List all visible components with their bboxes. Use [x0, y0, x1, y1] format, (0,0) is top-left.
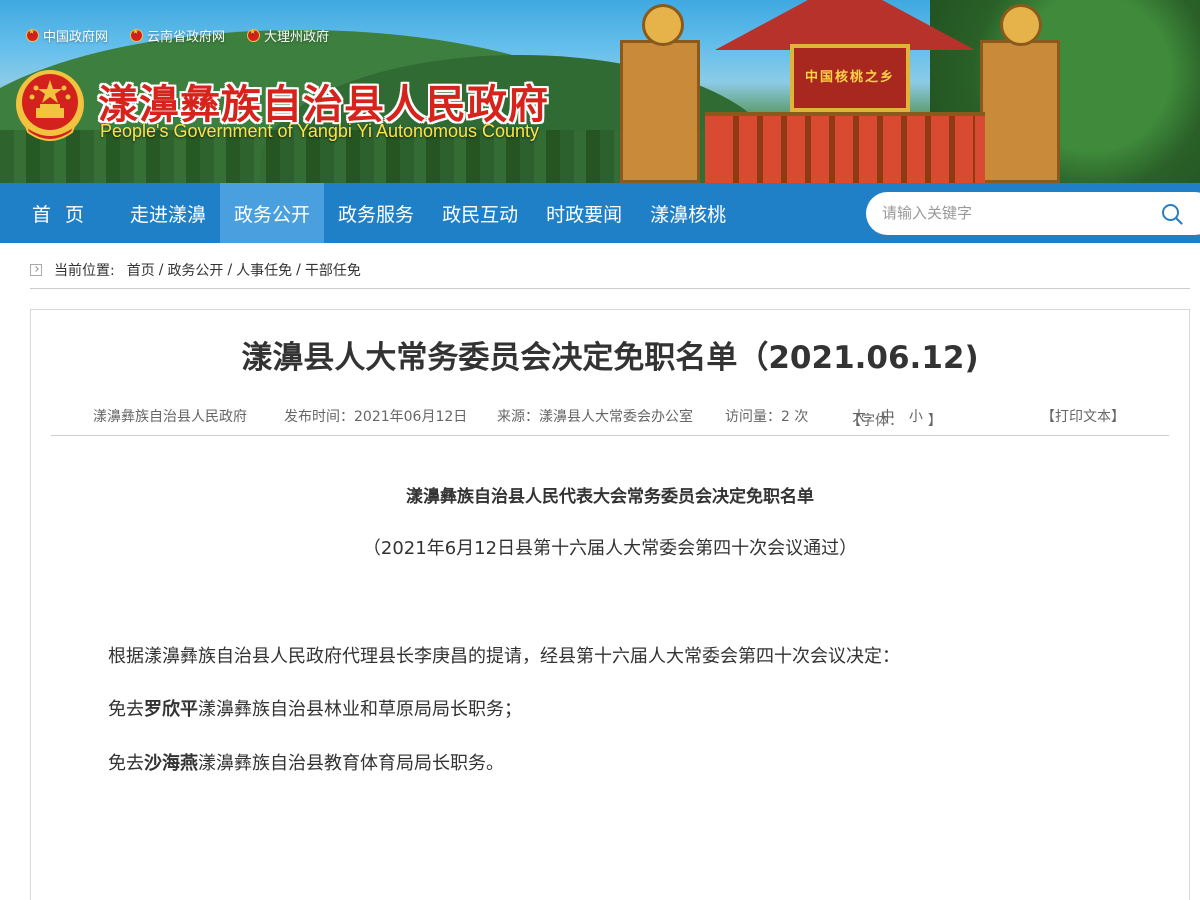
paragraph-text: 免去: [108, 753, 144, 774]
nav-item-home[interactable]: 首页: [14, 183, 116, 243]
top-link-yunnan-gov[interactable]: 云南省政府网: [130, 26, 225, 45]
article-title: 漾濞县人大常务委员会决定免职名单（2021.06.12): [241, 340, 979, 376]
font-size-small-button[interactable]: 小: [909, 409, 923, 425]
main-nav: 首页 走进漾濞 政务公开 政务服务 政民互动 时政要闻 漾濞核桃: [0, 183, 1200, 243]
search-icon[interactable]: [1161, 203, 1183, 225]
nav-item-news[interactable]: 时政要闻: [532, 183, 636, 243]
paragraph-text: 免去: [108, 699, 144, 720]
paragraph-text: 漾濞彝族自治县教育体育局局长职务。: [198, 753, 504, 774]
breadcrumb-separator: /: [296, 262, 301, 278]
emblem-icon: [26, 27, 39, 42]
top-links: 中国政府网 云南省政府网 大理州政府: [26, 26, 329, 45]
location-icon: [30, 264, 42, 276]
breadcrumb-link-appointments[interactable]: 干部任免: [305, 260, 361, 280]
emblem-icon: [130, 27, 144, 42]
article-meta: 漾濞彝族自治县人民政府 发布时间：2021年06月12日 来源：漾濞县人大常委会…: [51, 402, 1169, 436]
body-paragraph: 免去沙海燕漾濞彝族自治县教育体育局局长职务。: [108, 749, 504, 775]
font-size-controls: 【字体： 大 中 小 】: [847, 406, 942, 429]
body-paragraph: 根据漾濞彝族自治县人民政府代理县长李庚昌的提请，经县第十六届人大常委会第四十次会…: [108, 646, 900, 667]
print-control: 【打印文本】: [1041, 406, 1125, 426]
search-box: [866, 192, 1200, 235]
top-link-dali-gov[interactable]: 大理州政府: [247, 26, 329, 45]
gate-ornament: [1000, 4, 1042, 46]
breadcrumb-separator: /: [158, 262, 164, 278]
meta-publish-date: 发布时间：2021年06月12日: [284, 409, 468, 425]
site-subtitle: People's Government of Yangbi Yi Autonom…: [100, 121, 540, 141]
nav-item-walnut[interactable]: 漾濞核桃: [636, 183, 740, 243]
body-paragraph: 免去罗欣平漾濞彝族自治县林业和草原局局长职务；: [108, 695, 522, 721]
nav-item-services[interactable]: 政务服务: [324, 183, 428, 243]
paragraph-text: 漾濞彝族自治县林业和草原局局长职务；: [198, 699, 522, 720]
top-link-label: 云南省政府网: [147, 30, 226, 45]
document-subheading: （2021年6月12日县第十六届人大常委会第四十次会议通过）: [362, 538, 858, 559]
banner-gate-illustration: 中国核桃之乡: [615, 0, 1075, 183]
article-panel: 漾濞县人大常务委员会决定免职名单（2021.06.12) 漾濞彝族自治县人民政府…: [30, 309, 1190, 900]
breadcrumb: 当前位置: 首页 / 政务公开 / 人事任免 / 干部任免: [30, 252, 1190, 289]
gate-posts: [715, 116, 975, 183]
emblem-icon: [247, 27, 261, 42]
font-size-label-close: 】: [927, 413, 942, 429]
gate-tower-right: [980, 40, 1060, 183]
top-link-label: 中国政府网: [43, 30, 109, 45]
meta-view-count: 访问量：2 次: [725, 409, 809, 425]
nav-items: 首页 走进漾濞 政务公开 政务服务 政民互动 时政要闻 漾濞核桃: [14, 183, 740, 243]
nav-item-interaction[interactable]: 政民互动: [428, 183, 532, 243]
breadcrumb-link-home[interactable]: 首页: [127, 260, 155, 280]
nav-item-about[interactable]: 走进漾濞: [116, 183, 220, 243]
font-size-label: 【字体：: [847, 413, 903, 429]
gate-tower-left: [620, 40, 700, 183]
gate-roof: [715, 0, 975, 50]
breadcrumb-link-gov-affairs[interactable]: 政务公开: [167, 260, 223, 280]
print-button[interactable]: 【打印文本】: [1041, 409, 1125, 425]
breadcrumb-label: 当前位置:: [54, 263, 115, 279]
person-name: 沙海燕: [144, 753, 198, 774]
breadcrumb-link-personnel[interactable]: 人事任免: [236, 260, 292, 280]
meta-publisher: 漾濞彝族自治县人民政府: [93, 409, 247, 425]
nav-item-gov-affairs[interactable]: 政务公开: [220, 183, 325, 243]
person-name: 罗欣平: [144, 699, 198, 720]
site-banner: 中国核桃之乡 中国政府网 云南省政府网 大理州政府 漾濞彝族自治县人民政府 Pe…: [0, 0, 1200, 183]
search-input[interactable]: [882, 199, 1152, 227]
meta-source: 来源：漾濞县人大常委会办公室: [497, 409, 693, 425]
gate-sign-text: 中国核桃之乡: [805, 70, 896, 85]
document-heading: 漾濞彝族自治县人民代表大会常务委员会决定免职名单: [406, 487, 814, 507]
top-link-label: 大理州政府: [264, 30, 330, 45]
top-link-china-gov[interactable]: 中国政府网: [26, 26, 108, 45]
breadcrumb-separator: /: [227, 262, 233, 278]
national-emblem-icon: [16, 70, 84, 141]
gate-ornament: [642, 4, 684, 46]
